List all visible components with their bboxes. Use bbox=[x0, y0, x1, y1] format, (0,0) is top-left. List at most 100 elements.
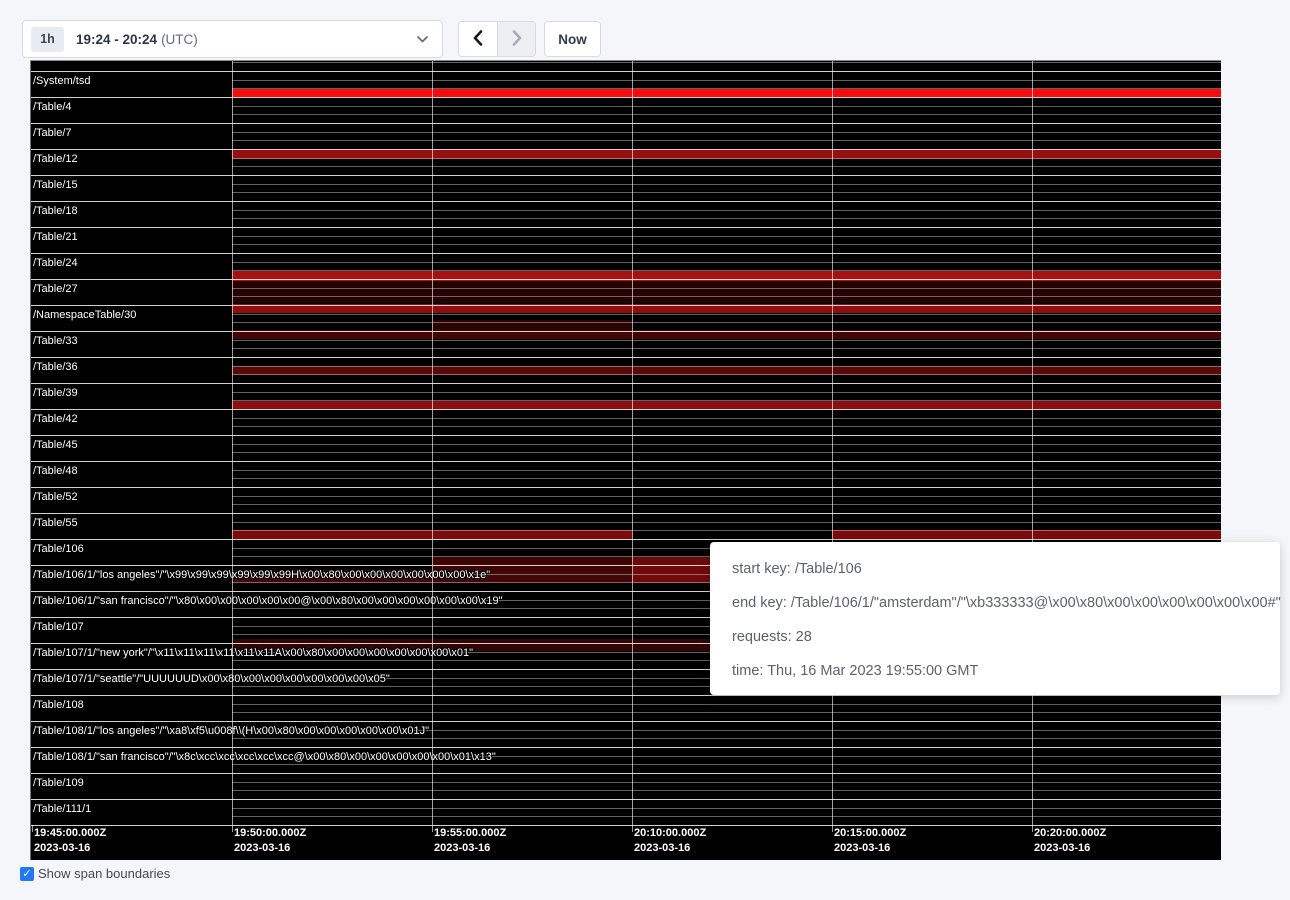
row-label: /Table/107/1/"seattle"/"UUUUUUD\x00\x80\… bbox=[33, 673, 390, 685]
row-label: /Table/12 bbox=[33, 153, 78, 165]
row-label: /Table/106/1/"los angeles"/"\x99\x99\x99… bbox=[33, 569, 490, 581]
row-label: /Table/111/1 bbox=[33, 803, 91, 815]
span-boundary-line bbox=[232, 808, 1221, 809]
span-boundary-line bbox=[232, 392, 1221, 393]
row-boundary-line bbox=[31, 357, 1221, 358]
row-boundary-line bbox=[31, 227, 1221, 228]
row-label: /Table/27 bbox=[33, 283, 78, 295]
axis-tick-time: 20:10:00.000Z bbox=[634, 827, 706, 839]
row-boundary-line bbox=[31, 253, 1221, 254]
axis-tick-date: 2023-03-16 bbox=[1034, 842, 1090, 854]
row-label: /Table/52 bbox=[33, 491, 78, 503]
row-boundary-line bbox=[31, 695, 1221, 696]
row-boundary-line bbox=[31, 799, 1221, 800]
row-boundary-line bbox=[31, 825, 1221, 826]
axis-tick-time: 19:45:00.000Z bbox=[34, 827, 106, 839]
show-span-boundaries-control[interactable]: ✓ Show span boundaries bbox=[20, 866, 170, 881]
row-label: /Table/106 bbox=[33, 543, 84, 555]
heat-band bbox=[232, 401, 1221, 409]
row-label: /Table/39 bbox=[33, 387, 78, 399]
row-boundary-line bbox=[31, 721, 1221, 722]
span-boundary-line bbox=[232, 816, 1221, 817]
tooltip-line: end key: /Table/106/1/"amsterdam"/"\xb33… bbox=[732, 593, 1270, 613]
row-label: /Table/108/1/"san francisco"/"\x8c\xcc\x… bbox=[33, 751, 496, 763]
row-label: /Table/42 bbox=[33, 413, 78, 425]
row-boundary-line bbox=[31, 539, 1221, 540]
span-boundary-line bbox=[232, 470, 1221, 471]
row-boundary-line bbox=[31, 123, 1221, 124]
time-range-dropdown[interactable]: 1h 19:24 - 20:24 (UTC) bbox=[22, 20, 443, 58]
axis-tick bbox=[32, 825, 33, 832]
row-boundary-line bbox=[31, 97, 1221, 98]
span-boundary-line bbox=[232, 704, 1221, 705]
tooltip-line: start key: /Table/106 bbox=[732, 559, 1270, 579]
span-boundary-line bbox=[232, 764, 1221, 765]
span-boundary-line bbox=[232, 62, 1221, 63]
range-nav-group bbox=[458, 21, 536, 57]
tooltip-line: time: Thu, 16 Mar 2023 19:55:00 GMT bbox=[732, 661, 1270, 681]
row-boundary-line bbox=[31, 305, 1221, 306]
span-boundary-line bbox=[232, 322, 1221, 323]
span-boundary-line bbox=[232, 400, 1221, 401]
sample-boundary-line bbox=[432, 61, 433, 832]
axis-tick-date: 2023-03-16 bbox=[34, 842, 90, 854]
span-boundary-line bbox=[232, 140, 1221, 141]
row-boundary-line bbox=[31, 773, 1221, 774]
show-span-boundaries-label: Show span boundaries bbox=[38, 866, 170, 881]
toolbar: 1h 19:24 - 20:24 (UTC) Now bbox=[0, 0, 1290, 60]
span-boundary-line bbox=[232, 244, 1221, 245]
span-boundary-line bbox=[232, 504, 1221, 505]
row-label: /Table/45 bbox=[33, 439, 78, 451]
now-button[interactable]: Now bbox=[544, 21, 601, 57]
tooltip-line: requests: 28 bbox=[732, 627, 1270, 647]
row-label: /Table/109 bbox=[33, 777, 84, 789]
span-boundary-line bbox=[232, 712, 1221, 713]
span-boundary-line bbox=[232, 790, 1221, 791]
heat-band bbox=[832, 530, 1221, 539]
row-boundary-line bbox=[31, 201, 1221, 202]
span-boundary-line bbox=[232, 88, 1221, 89]
row-label: /Table/107 bbox=[33, 621, 84, 633]
span-boundary-line bbox=[232, 530, 1221, 531]
span-boundary-line bbox=[232, 132, 1221, 133]
span-boundary-line bbox=[232, 158, 1221, 159]
row-label: /Table/36 bbox=[33, 361, 78, 373]
sample-boundary-line bbox=[832, 61, 833, 832]
key-visualizer-canvas[interactable]: /System/tsd/Table/4/Table/7/Table/12/Tab… bbox=[30, 60, 1221, 860]
span-boundary-line bbox=[232, 210, 1221, 211]
show-span-boundaries-checkbox[interactable]: ✓ bbox=[20, 867, 34, 881]
span-boundary-line bbox=[232, 80, 1221, 81]
span-boundary-line bbox=[232, 314, 1221, 315]
span-boundary-line bbox=[232, 340, 1221, 341]
span-boundary-line bbox=[232, 496, 1221, 497]
row-boundary-line bbox=[31, 279, 1221, 280]
next-range-button[interactable] bbox=[497, 22, 535, 56]
span-boundary-line bbox=[232, 782, 1221, 783]
prev-range-button[interactable] bbox=[459, 22, 497, 56]
span-boundary-line bbox=[232, 418, 1221, 419]
row-label: /Table/24 bbox=[33, 257, 78, 269]
row-label: /Table/33 bbox=[33, 335, 78, 347]
row-boundary-line bbox=[31, 461, 1221, 462]
axis-tick-time: 19:55:00.000Z bbox=[434, 827, 506, 839]
span-boundary-line bbox=[232, 478, 1221, 479]
range-timezone: (UTC) bbox=[161, 32, 198, 47]
span-boundary-line bbox=[232, 114, 1221, 115]
axis-tick-time: 20:15:00.000Z bbox=[834, 827, 906, 839]
span-boundary-line bbox=[232, 522, 1221, 523]
axis-tick-time: 20:20:00.000Z bbox=[1034, 827, 1106, 839]
heat-band bbox=[232, 281, 1221, 303]
span-boundary-line bbox=[232, 738, 1221, 739]
heat-band bbox=[232, 89, 1221, 97]
sample-boundary-line bbox=[232, 61, 233, 832]
span-boundary-line bbox=[232, 236, 1221, 237]
span-boundary-line bbox=[232, 288, 1221, 289]
row-boundary-line bbox=[31, 331, 1221, 332]
span-boundary-line bbox=[232, 166, 1221, 167]
chevron-right-icon bbox=[512, 30, 522, 49]
row-label: /Table/48 bbox=[33, 465, 78, 477]
axis-tick-date: 2023-03-16 bbox=[434, 842, 490, 854]
row-boundary-line bbox=[31, 747, 1221, 748]
key-visualizer-page: 1h 19:24 - 20:24 (UTC) Now /System/tsd/T… bbox=[0, 0, 1290, 900]
hover-tooltip: start key: /Table/106 end key: /Table/106… bbox=[710, 542, 1280, 695]
